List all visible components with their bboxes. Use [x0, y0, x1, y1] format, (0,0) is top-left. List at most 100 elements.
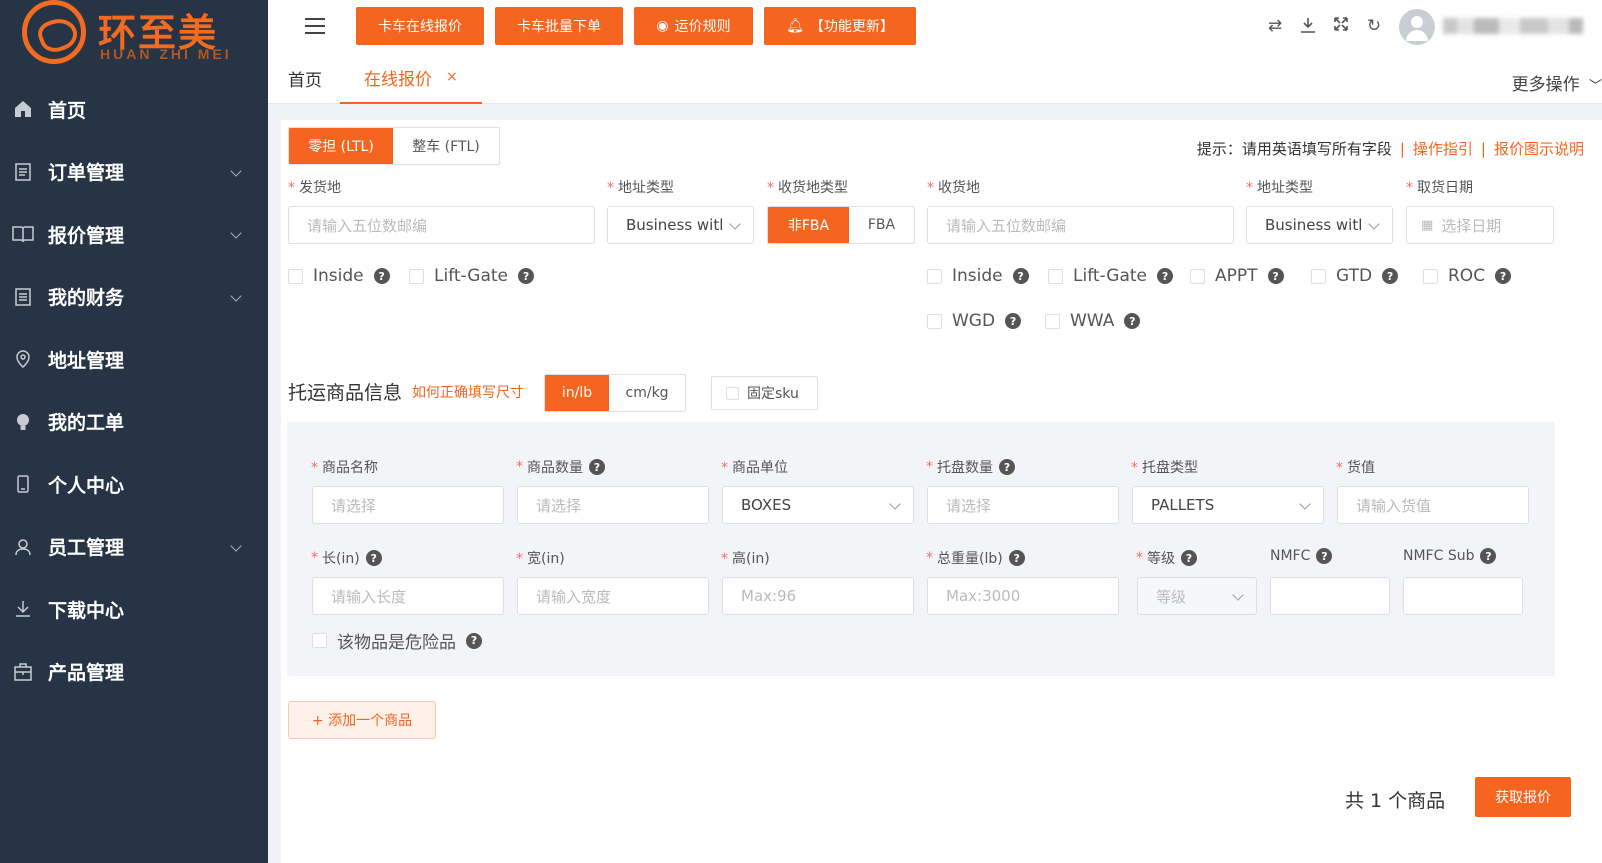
help-icon[interactable]: ? — [1012, 268, 1029, 284]
dest-liftgate-checkbox[interactable]: Lift-Gate? — [1048, 266, 1174, 286]
add-item-button[interactable]: + 添加一个商品 — [288, 701, 436, 739]
freight-rules-button[interactable]: ◉ 运价规则 — [634, 7, 753, 45]
dest-roc-checkbox[interactable]: ROC? — [1423, 266, 1512, 286]
product-name-input[interactable]: 请选择 — [312, 486, 504, 524]
origin-inside-checkbox[interactable]: Inside? — [288, 266, 390, 286]
help-icon[interactable]: ? — [1480, 548, 1497, 564]
menu-toggle-icon[interactable] — [305, 18, 325, 34]
destination-type-label: * 收货地类型 — [767, 180, 848, 196]
help-icon[interactable]: ? — [466, 632, 482, 649]
help-icon[interactable]: ? — [1316, 548, 1333, 564]
unit-cm-kg-option[interactable]: cm/kg — [609, 375, 685, 411]
chevron-down-icon — [230, 227, 242, 239]
checkbox-box[interactable] — [288, 268, 303, 284]
dest-wgd-checkbox[interactable]: WGD? — [927, 311, 1022, 331]
help-icon[interactable]: ? — [365, 550, 382, 566]
product-qty-input[interactable]: 请选择 — [517, 486, 709, 524]
chevron-down-icon — [230, 289, 242, 302]
destination-zip-input[interactable]: 请输入五位数邮编 — [927, 206, 1234, 244]
origin-zip-input[interactable]: 请输入五位数邮编 — [288, 206, 595, 244]
dest-appt-checkbox[interactable]: APPT? — [1190, 266, 1284, 286]
pallet-type-select[interactable]: PALLETS — [1132, 486, 1324, 524]
goods-value-input[interactable]: 请输入货值 — [1337, 486, 1529, 524]
dest-inside-checkbox[interactable]: Inside? — [927, 266, 1029, 286]
download-icon[interactable] — [1298, 16, 1318, 36]
dest-gtd-checkbox[interactable]: GTD? — [1311, 266, 1399, 286]
sidebar-item-profile[interactable]: 个人中心 — [0, 453, 268, 516]
width-label: * 宽(in) — [516, 551, 565, 567]
chevron-down-icon — [889, 498, 901, 510]
height-input[interactable]: Max:96 — [722, 577, 914, 615]
guide-link[interactable]: 操作指引 — [1413, 140, 1473, 158]
help-icon[interactable]: ? — [518, 268, 535, 284]
sidebar-item-finance[interactable]: 我的财务 — [0, 266, 268, 329]
destination-address-type-select[interactable]: Business witl — [1246, 206, 1393, 244]
truck-batch-order-button[interactable]: 卡车批量下单 — [495, 7, 623, 45]
help-icon[interactable]: ? — [999, 459, 1015, 475]
help-icon[interactable]: ? — [1495, 268, 1512, 284]
origin-address-type-select[interactable]: Business witl — [607, 206, 754, 244]
sidebar-item-products[interactable]: 产品管理 — [0, 641, 268, 704]
select-value: PALLETS — [1151, 496, 1215, 514]
pickup-date-picker[interactable]: ▦ 选择日期 — [1406, 206, 1554, 244]
goods-section-title: 托运商品信息 — [288, 382, 403, 404]
nmfc-sub-input[interactable] — [1403, 577, 1523, 615]
username-blurred[interactable] — [1443, 18, 1583, 34]
select-value: Business witl — [1265, 216, 1363, 234]
help-icon[interactable]: ? — [1181, 550, 1197, 566]
more-actions-dropdown[interactable]: 更多操作 ﹀ — [1512, 70, 1602, 95]
dest-wwa-checkbox[interactable]: WWA? — [1045, 311, 1141, 331]
help-icon[interactable]: ? — [589, 459, 605, 475]
hazmat-checkbox[interactable]: 该物品是危险品? — [312, 628, 482, 653]
mode-ftl-option[interactable]: 整车 (FTL) — [393, 128, 499, 164]
item-count: 共 1 个商品 — [1345, 790, 1446, 812]
feature-update-button[interactable]: 🔔︎ 【功能更新】 — [764, 7, 916, 45]
help-icon[interactable]: ? — [373, 268, 390, 284]
width-input[interactable]: 请输入宽度 — [517, 577, 709, 615]
sidebar-item-quotes[interactable]: 报价管理 — [0, 203, 268, 266]
sidebar-item-address[interactable]: 地址管理 — [0, 328, 268, 391]
brand-logo: 环至美 HUAN ZHI MEI — [20, 0, 260, 70]
tab-home[interactable]: 首页 — [288, 52, 322, 104]
avatar[interactable] — [1399, 9, 1435, 45]
help-icon[interactable]: ? — [1124, 313, 1141, 329]
refresh-icon[interactable]: ↻ — [1364, 16, 1384, 36]
sidebar-item-downloads[interactable]: 下载中心 — [0, 578, 268, 641]
truck-online-quote-button[interactable]: 卡车在线报价 — [356, 7, 484, 45]
help-icon[interactable]: ? — [1267, 268, 1284, 284]
fullscreen-icon[interactable] — [1331, 16, 1351, 36]
book-icon — [12, 223, 34, 245]
fba-option[interactable]: FBA — [849, 207, 914, 243]
non-fba-option[interactable]: 非FBA — [768, 207, 849, 243]
help-icon[interactable]: ? — [1157, 268, 1174, 284]
download-icon — [12, 598, 34, 620]
close-icon[interactable]: × — [446, 69, 458, 85]
weight-input[interactable]: Max:3000 — [927, 577, 1119, 615]
tab-online-quote[interactable]: 在线报价 × — [340, 52, 482, 104]
help-icon[interactable]: ? — [1382, 268, 1399, 284]
sidebar-item-tickets[interactable]: 我的工单 — [0, 391, 268, 454]
fixed-sku-checkbox[interactable]: 固定sku — [711, 376, 818, 410]
product-unit-select[interactable]: BOXES — [722, 486, 914, 524]
phone-icon — [12, 473, 34, 495]
mode-ltl-option[interactable]: 零担 (LTL) — [289, 128, 394, 164]
eye-icon: ◉ — [656, 18, 669, 34]
sidebar-item-orders[interactable]: 订单管理 — [0, 141, 268, 204]
sidebar-item-home[interactable]: 首页 — [0, 78, 268, 141]
translate-icon[interactable]: ⇄ — [1265, 16, 1285, 36]
unit-in-lb-option[interactable]: in/lb — [545, 375, 610, 411]
origin-liftgate-checkbox[interactable]: Lift-Gate? — [409, 266, 535, 286]
freight-rules-label: 运价规则 — [674, 19, 731, 35]
length-input[interactable]: 请输入长度 — [312, 577, 504, 615]
size-help-link[interactable]: 如何正确填写尺寸 — [412, 382, 524, 402]
pallet-qty-input[interactable]: 请选择 — [927, 486, 1119, 524]
help-icon[interactable]: ? — [1008, 550, 1025, 566]
nmfc-input[interactable] — [1270, 577, 1390, 615]
help-icon[interactable]: ? — [1005, 313, 1022, 329]
quote-diagram-link[interactable]: 报价图示说明 — [1494, 140, 1584, 158]
select-value: BOXES — [741, 496, 792, 514]
checkbox-box[interactable] — [409, 268, 424, 284]
sidebar-item-staff[interactable]: 员工管理 — [0, 516, 268, 579]
pallet-qty-label: * 托盘数量? — [926, 457, 1015, 477]
get-quote-button[interactable]: 获取报价 — [1475, 777, 1571, 817]
